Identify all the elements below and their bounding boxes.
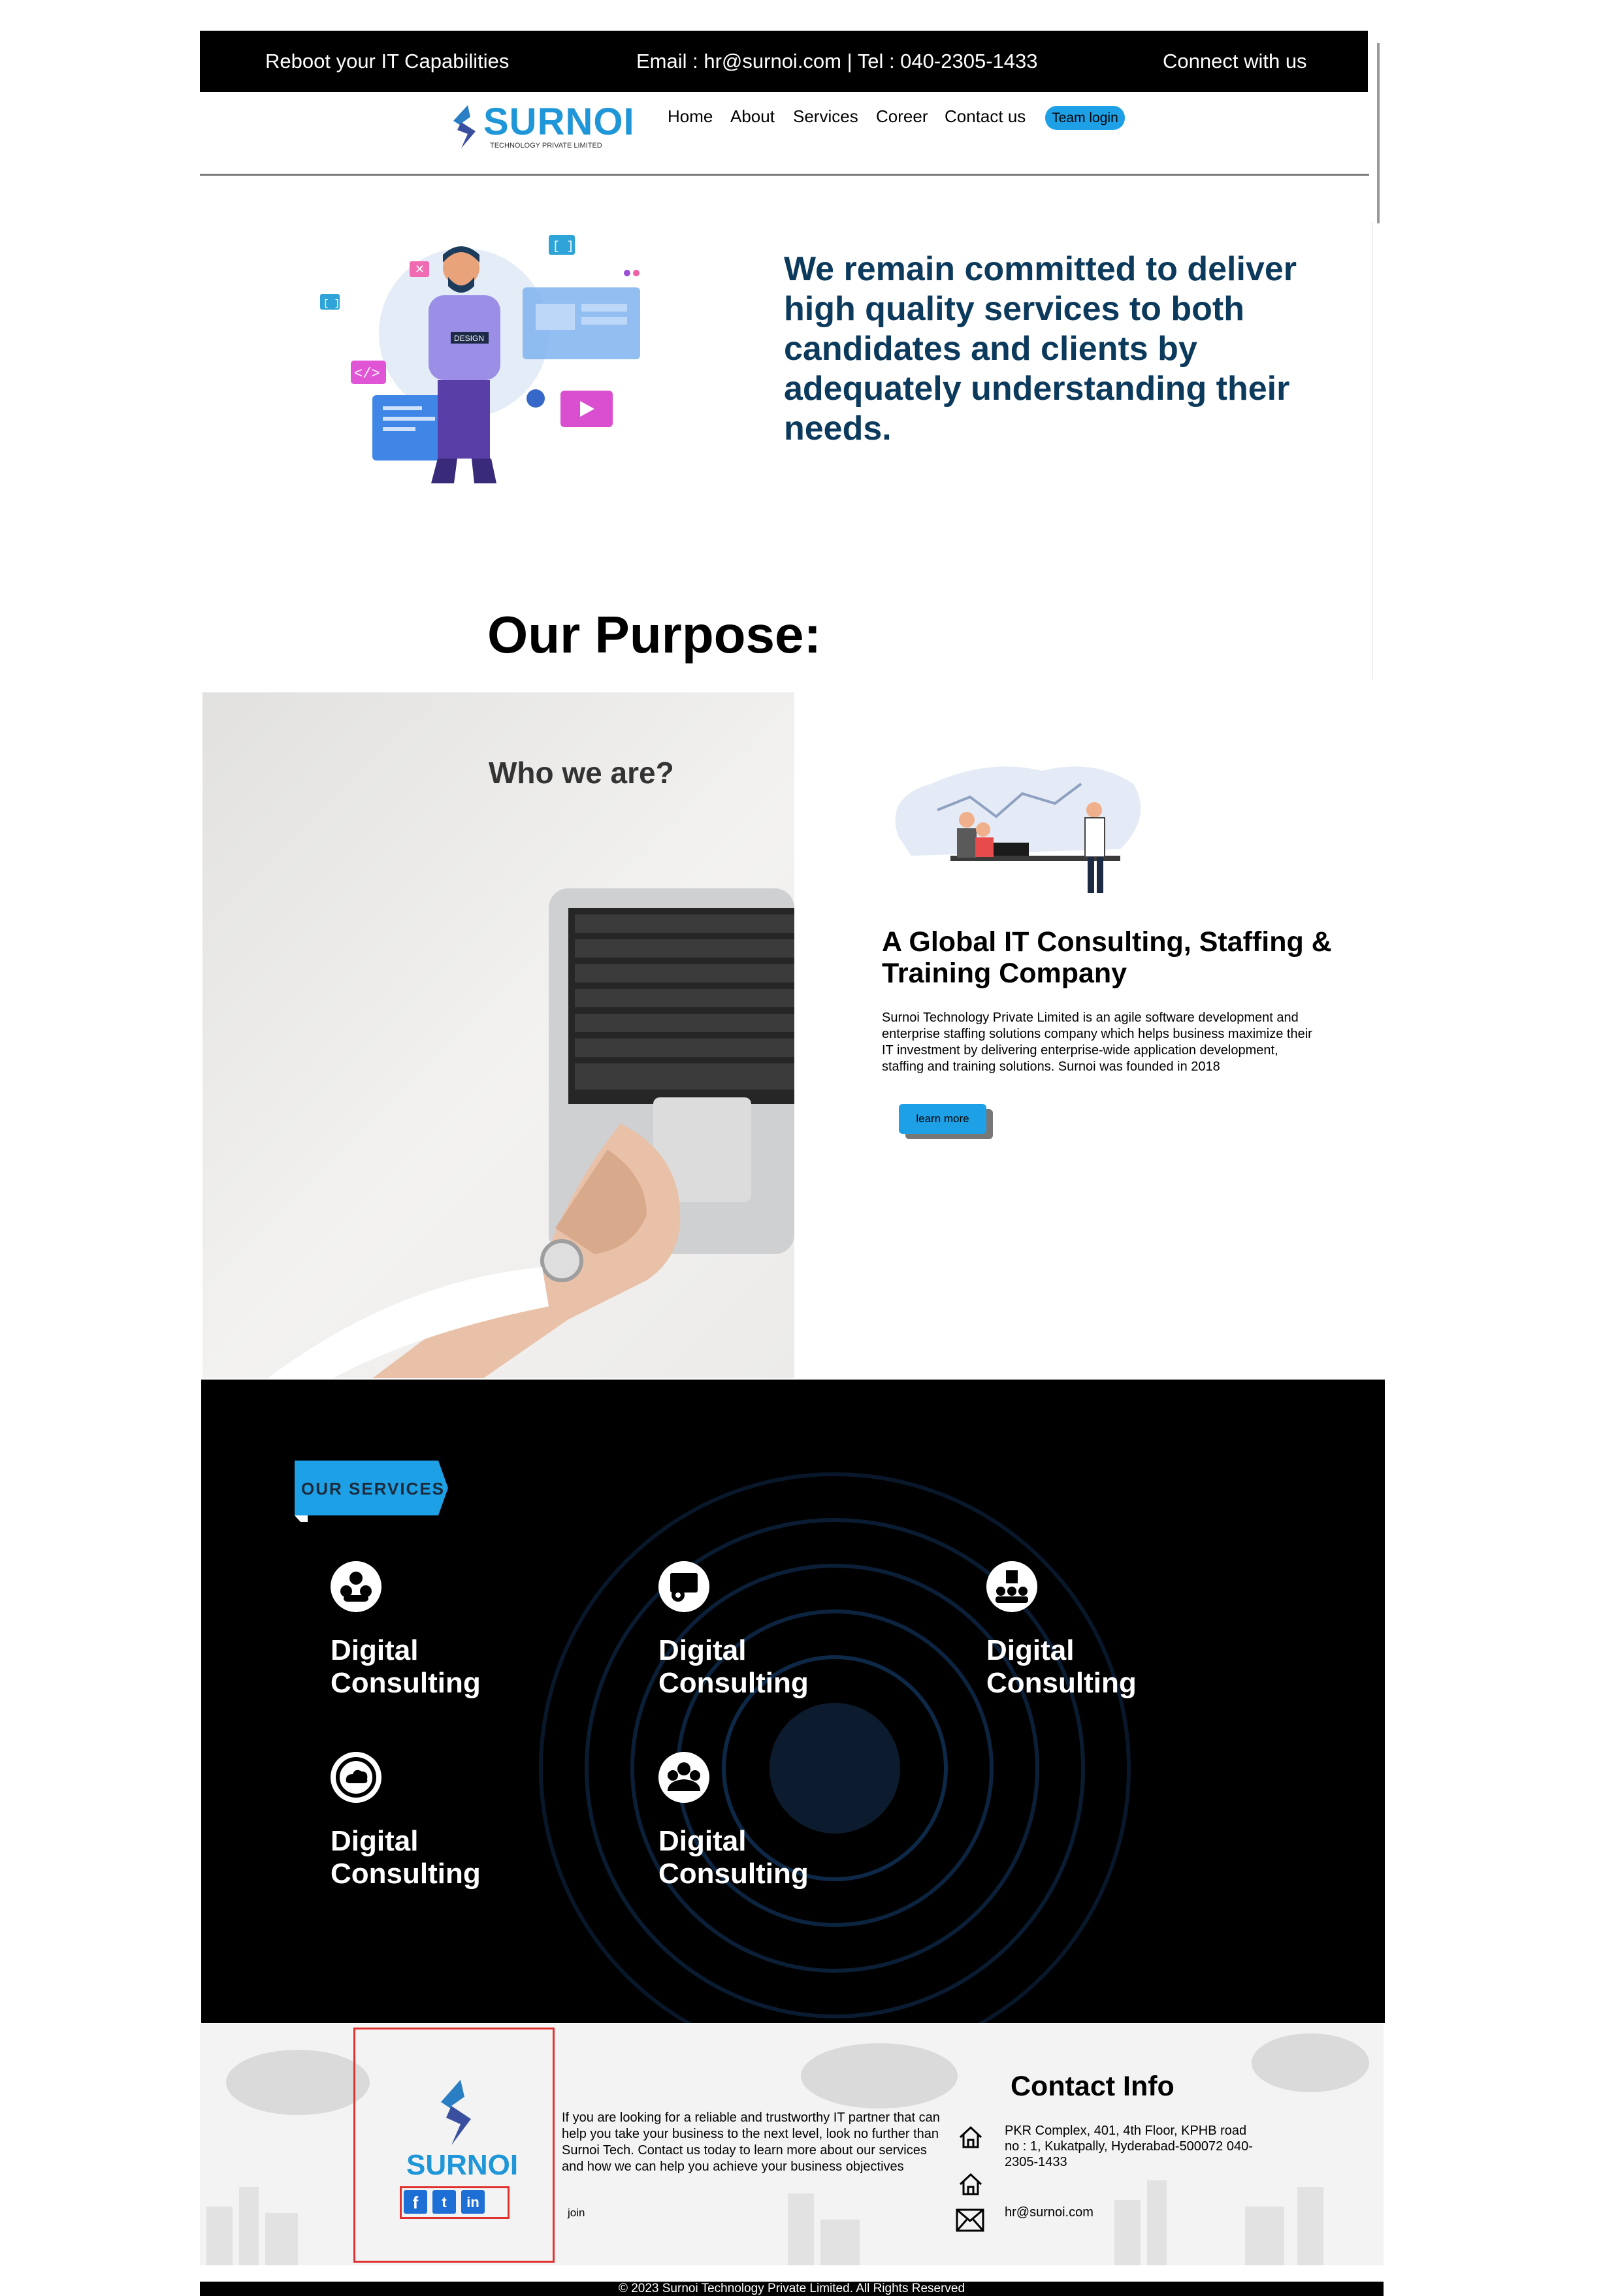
service-label-5: Digital Consulting <box>658 1825 809 1890</box>
contact-line: Email : hr@surnoi.com | Tel : 040-2305-1… <box>636 50 1038 73</box>
brand-name: SURNOI <box>483 101 635 143</box>
our-services-ribbon: OUR SERVICES <box>295 1461 448 1522</box>
about-title: A Global IT Consulting, Staffing & Train… <box>882 926 1332 989</box>
svg-text:[ ]: [ ] <box>553 240 574 253</box>
footer-brand-name: SURNOI <box>406 2149 519 2181</box>
cloud-icon <box>331 1752 381 1803</box>
scrollbar[interactable] <box>1377 43 1380 223</box>
home-icon <box>959 2126 982 2148</box>
top-bar: Reboot your IT Capabilities Email : hr@s… <box>200 31 1368 92</box>
laptop-photo: Who we are? <box>202 692 794 1378</box>
learn-more-button[interactable]: learn more <box>899 1104 986 1134</box>
copyright-bar: © 2023 Surnoi Technology Private Limited… <box>200 2282 1384 2296</box>
join-link[interactable]: join <box>568 2207 585 2220</box>
svg-text:</>: </> <box>354 366 380 382</box>
ribbon-text: OUR SERVICES <box>301 1479 445 1498</box>
nav-home[interactable]: Home <box>668 106 713 127</box>
service-label-3: Digital Consulting <box>986 1634 1137 1699</box>
twitter-icon[interactable]: t <box>432 2190 456 2214</box>
footer-logo-mark-icon <box>441 2080 471 2145</box>
svg-text:[ ]: [ ] <box>323 299 340 309</box>
connect-link[interactable]: Connect with us <box>1163 50 1307 73</box>
nav-contact[interactable]: Contact us <box>945 106 1026 127</box>
service-label-2: Digital Consulting <box>658 1634 809 1699</box>
page-edge-line <box>1372 222 1373 679</box>
service-label-4: Digital Consulting <box>331 1825 481 1890</box>
logo-mark-icon <box>453 105 476 148</box>
mail-icon <box>956 2208 984 2232</box>
contact-address: PKR Complex, 401, 4th Floor, KPHB road n… <box>1005 2124 1253 2169</box>
tagline: Reboot your IT Capabilities <box>265 50 510 73</box>
svg-text:✕: ✕ <box>415 263 425 276</box>
nav-divider <box>200 174 1369 176</box>
nav-career[interactable]: Coreer <box>876 106 928 127</box>
designer-illustration: DESIGN ✕ </> [ ] [ ] <box>320 235 640 483</box>
contact-title: Contact Info <box>1011 2071 1174 2102</box>
linkedin-icon[interactable]: in <box>461 2190 485 2214</box>
brand-logo[interactable]: SURNOI TECHNOLOGY PRIVATE LIMITED <box>448 100 634 159</box>
hero-statement: We remain committed to deliver high qual… <box>784 250 1297 447</box>
team-icon <box>658 1752 709 1803</box>
group-icon <box>331 1561 381 1612</box>
contact-email[interactable]: hr@surnoi.com <box>1005 2205 1094 2220</box>
facebook-icon[interactable]: f <box>404 2190 427 2214</box>
design-badge-text: DESIGN <box>454 334 484 343</box>
nav-about[interactable]: About <box>730 106 775 127</box>
home-icon-2 <box>959 2173 982 2195</box>
team-login-button[interactable]: Team login <box>1045 106 1125 130</box>
settings-board-icon <box>658 1561 709 1612</box>
org-chart-icon <box>986 1561 1037 1612</box>
services-section: OUR SERVICES Digital Consulting Digital Co… <box>201 1380 1385 2023</box>
team-meeting-illustration <box>895 766 1141 893</box>
nav-services[interactable]: Services <box>793 106 858 127</box>
laptop-hands-image <box>268 888 794 1378</box>
service-label-1: Digital Consulting <box>331 1634 481 1699</box>
purpose-title: Our Purpose: <box>487 606 822 664</box>
about-description: Surnoi Technology Private Limited is an … <box>882 1011 1312 1074</box>
footer-description: If you are looking for a reliable and tr… <box>562 2110 940 2174</box>
brand-subtitle: TECHNOLOGY PRIVATE LIMITED <box>490 142 602 150</box>
